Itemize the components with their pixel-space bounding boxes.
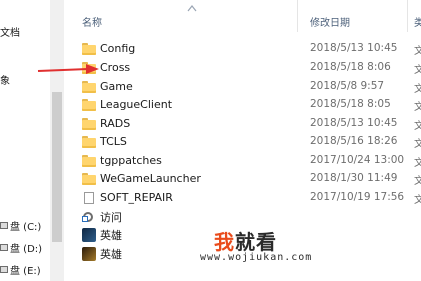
column-divider[interactable] [407, 0, 408, 32]
file-date: 2018/5/13 10:45 [310, 42, 398, 54]
scrollbar-thumb[interactable] [52, 92, 62, 242]
column-divider[interactable] [297, 0, 298, 32]
nav-item-label: 盘 (C:) [10, 222, 42, 233]
watermark-url: www.wojiukan.com [200, 252, 313, 263]
folder-icon [82, 118, 96, 130]
file-name: TCLS [100, 135, 127, 148]
drive-icon [0, 244, 8, 251]
file-row-tcls[interactable]: TCLS 2018/5/16 18:26 文 [64, 133, 421, 151]
sort-up-icon [187, 5, 197, 12]
nav-scrollbar[interactable] [50, 0, 64, 281]
watermark: 我就看 www.wojiukan.com [200, 226, 380, 276]
file-name: LeagueClient [100, 98, 173, 111]
file-date: 2018/1/30 11:49 [310, 172, 398, 184]
file-name: WeGameLauncher [100, 172, 201, 185]
file-row-leagueclient[interactable]: LeagueClient 2018/5/18 8:05 文 [64, 96, 421, 114]
nav-item-documents[interactable]: 文档 [0, 24, 20, 39]
file-type: 文 [414, 158, 421, 169]
file-name: SOFT_REPAIR [100, 191, 173, 204]
folder-icon [82, 99, 96, 111]
file-date: 2018/5/16 18:26 [310, 135, 398, 147]
file-date: 2017/10/19 17:56 [310, 191, 405, 203]
file-date: 2018/5/13 10:45 [310, 117, 398, 129]
game-app-icon [82, 228, 96, 242]
folder-icon [82, 136, 96, 148]
folder-icon [82, 155, 96, 167]
nav-item-label: 盘 (D:) [10, 244, 43, 255]
column-name-header[interactable]: 名称 [82, 14, 102, 29]
nav-item-drive-e[interactable]: 盘 (E:) [0, 262, 41, 277]
navigation-pane: 文档 象 盘 (C:) 盘 (D:) 盘 (E:) [0, 0, 50, 281]
folder-icon [82, 81, 96, 93]
column-header: 名称 修改日期 类 [64, 0, 421, 36]
nav-item-label: 盘 (E:) [10, 266, 41, 277]
file-name: Game [100, 80, 133, 93]
file-row-access-shortcut[interactable]: 访问 [64, 207, 421, 225]
file-name: Cross [100, 61, 131, 74]
folder-icon [82, 43, 96, 55]
file-name: 英雄 [100, 229, 122, 242]
column-type-header[interactable]: 类 [414, 14, 421, 29]
file-type: 文 [414, 102, 421, 113]
folder-icon [82, 173, 96, 185]
file-row-config[interactable]: Config 2018/5/13 10:45 文 [64, 40, 421, 58]
drive-icon [0, 266, 8, 273]
file-row-soft-repair[interactable]: SOFT_REPAIR 2017/10/19 17:56 文 [64, 189, 421, 207]
file-row-cross[interactable]: Cross 2018/5/18 8:06 文 [64, 59, 421, 77]
nav-item-label: 文档 [0, 28, 20, 39]
file-row-game[interactable]: Game 2018/5/8 9:57 文 [64, 78, 421, 96]
file-name: tgppatches [100, 154, 162, 167]
watermark-brand-part2: 就看 [235, 230, 277, 254]
file-type: 文 [414, 84, 421, 95]
nav-item-objects[interactable]: 象 [0, 72, 10, 87]
file-icon [82, 192, 96, 204]
file-type: 文 [414, 176, 421, 187]
watermark-brand-part1: 我 [214, 230, 235, 254]
file-date: 2018/5/8 9:57 [310, 80, 385, 92]
file-name: 访问 [100, 211, 122, 224]
nav-item-drive-c[interactable]: 盘 (C:) [0, 218, 41, 233]
file-row-wegamelauncher[interactable]: WeGameLauncher 2018/1/30 11:49 文 [64, 170, 421, 188]
file-date: 2017/10/24 13:00 [310, 154, 405, 166]
file-name: 英雄 [100, 248, 122, 261]
annotation-arrow [37, 64, 99, 74]
file-row-tgppatches[interactable]: tgppatches 2017/10/24 13:00 文 [64, 152, 421, 170]
file-type: 文 [414, 195, 421, 206]
drive-icon [0, 222, 8, 229]
shortcut-icon [82, 210, 96, 222]
nav-item-drive-d[interactable]: 盘 (D:) [0, 240, 42, 255]
file-name: Config [100, 42, 136, 55]
nav-item-label: 象 [0, 76, 10, 87]
file-name: RADS [100, 117, 131, 130]
file-type: 文 [414, 46, 421, 57]
file-date: 2018/5/18 8:05 [310, 98, 391, 110]
column-date-header[interactable]: 修改日期 [310, 14, 350, 29]
watermark-brand: 我就看 [214, 226, 277, 255]
file-type: 文 [414, 65, 421, 76]
file-row-rads[interactable]: RADS 2018/5/13 10:45 文 [64, 115, 421, 133]
file-type: 文 [414, 139, 421, 150]
game-app-icon [82, 247, 96, 261]
file-date: 2018/5/18 8:06 [310, 61, 391, 73]
file-type: 文 [414, 121, 421, 132]
